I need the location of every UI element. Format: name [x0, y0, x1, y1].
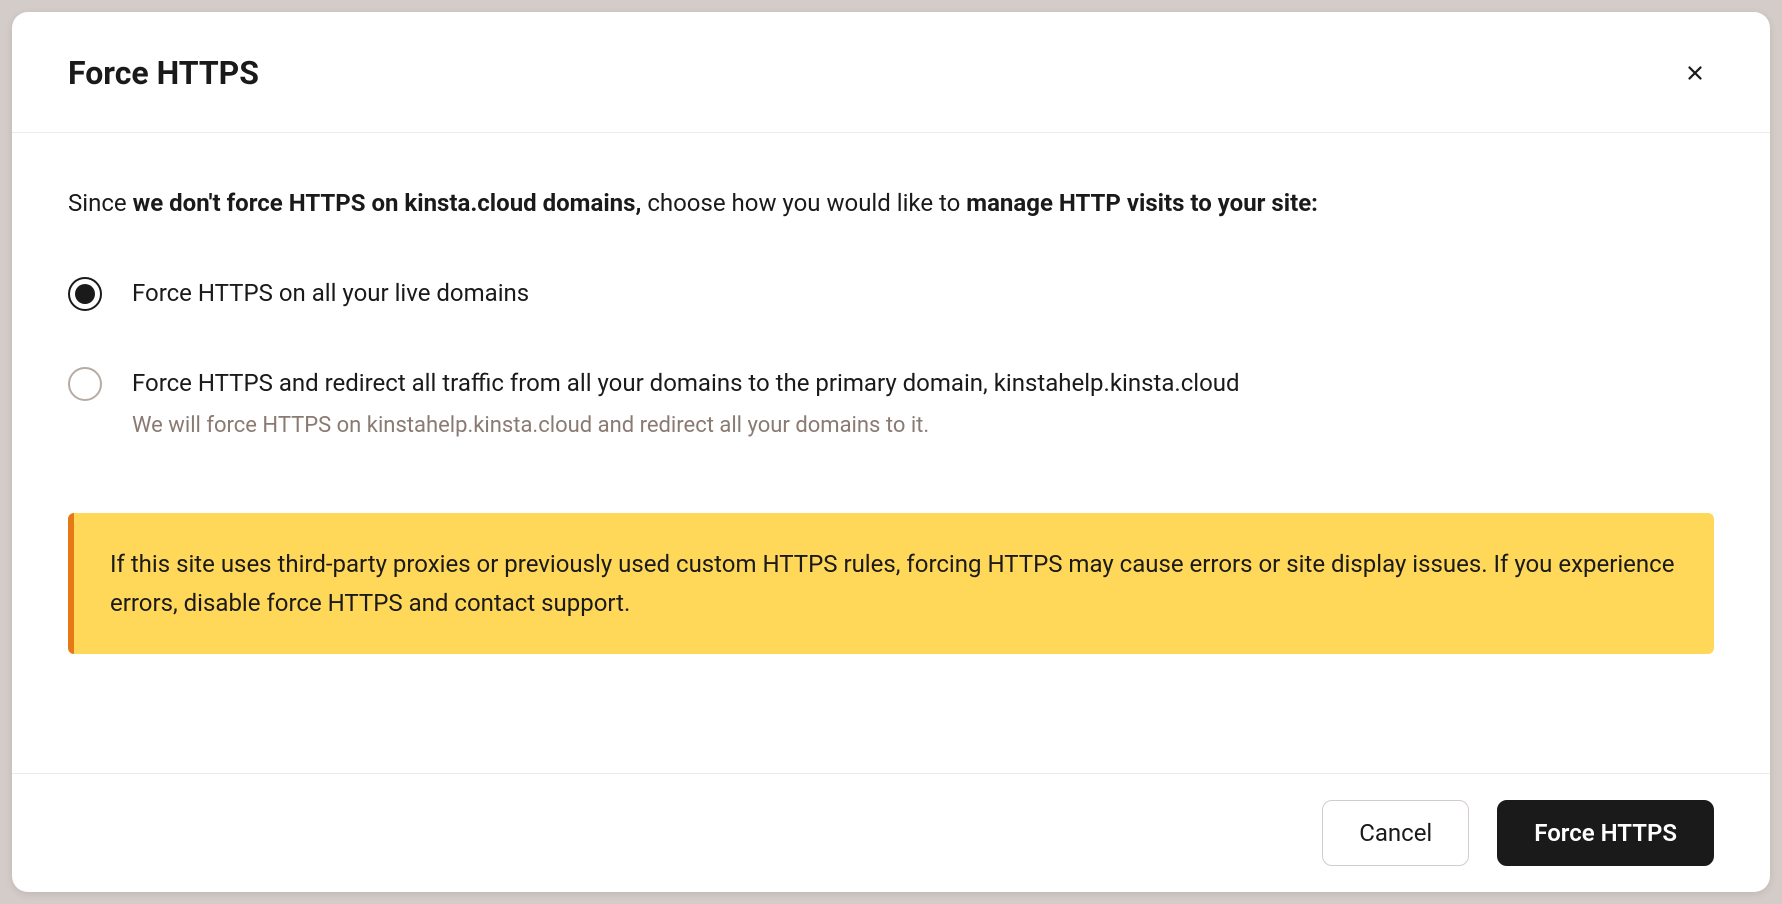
radio-label: Force HTTPS and redirect all traffic fro… [132, 367, 1714, 401]
force-https-button[interactable]: Force HTTPS [1497, 800, 1714, 866]
radio-inner-icon [75, 284, 95, 304]
modal-body: Since we don't force HTTPS on kinsta.clo… [12, 133, 1770, 773]
cancel-button[interactable]: Cancel [1322, 800, 1469, 866]
radio-sublabel: We will force HTTPS on kinstahelp.kinsta… [132, 411, 1714, 442]
warning-text: If this site uses third-party proxies or… [110, 545, 1678, 622]
radio-group: Force HTTPS on all your live domains For… [68, 277, 1714, 441]
radio-content: Force HTTPS and redirect all traffic fro… [132, 367, 1714, 441]
radio-circle-unselected [68, 367, 102, 401]
close-icon [1684, 62, 1706, 84]
radio-circle-selected [68, 277, 102, 311]
modal-header: Force HTTPS [12, 12, 1770, 133]
modal-footer: Cancel Force HTTPS [12, 773, 1770, 892]
radio-option-redirect-primary[interactable]: Force HTTPS and redirect all traffic fro… [68, 367, 1714, 441]
radio-label: Force HTTPS on all your live domains [132, 279, 529, 307]
modal-title: Force HTTPS [68, 54, 259, 92]
radio-content: Force HTTPS on all your live domains [132, 277, 1714, 311]
warning-box: If this site uses third-party proxies or… [68, 513, 1714, 654]
close-button[interactable] [1676, 54, 1714, 92]
modal-description: Since we don't force HTTPS on kinsta.clo… [68, 185, 1714, 221]
force-https-modal: Force HTTPS Since we don't force HTTPS o… [12, 12, 1770, 892]
radio-option-all-domains[interactable]: Force HTTPS on all your live domains [68, 277, 1714, 311]
